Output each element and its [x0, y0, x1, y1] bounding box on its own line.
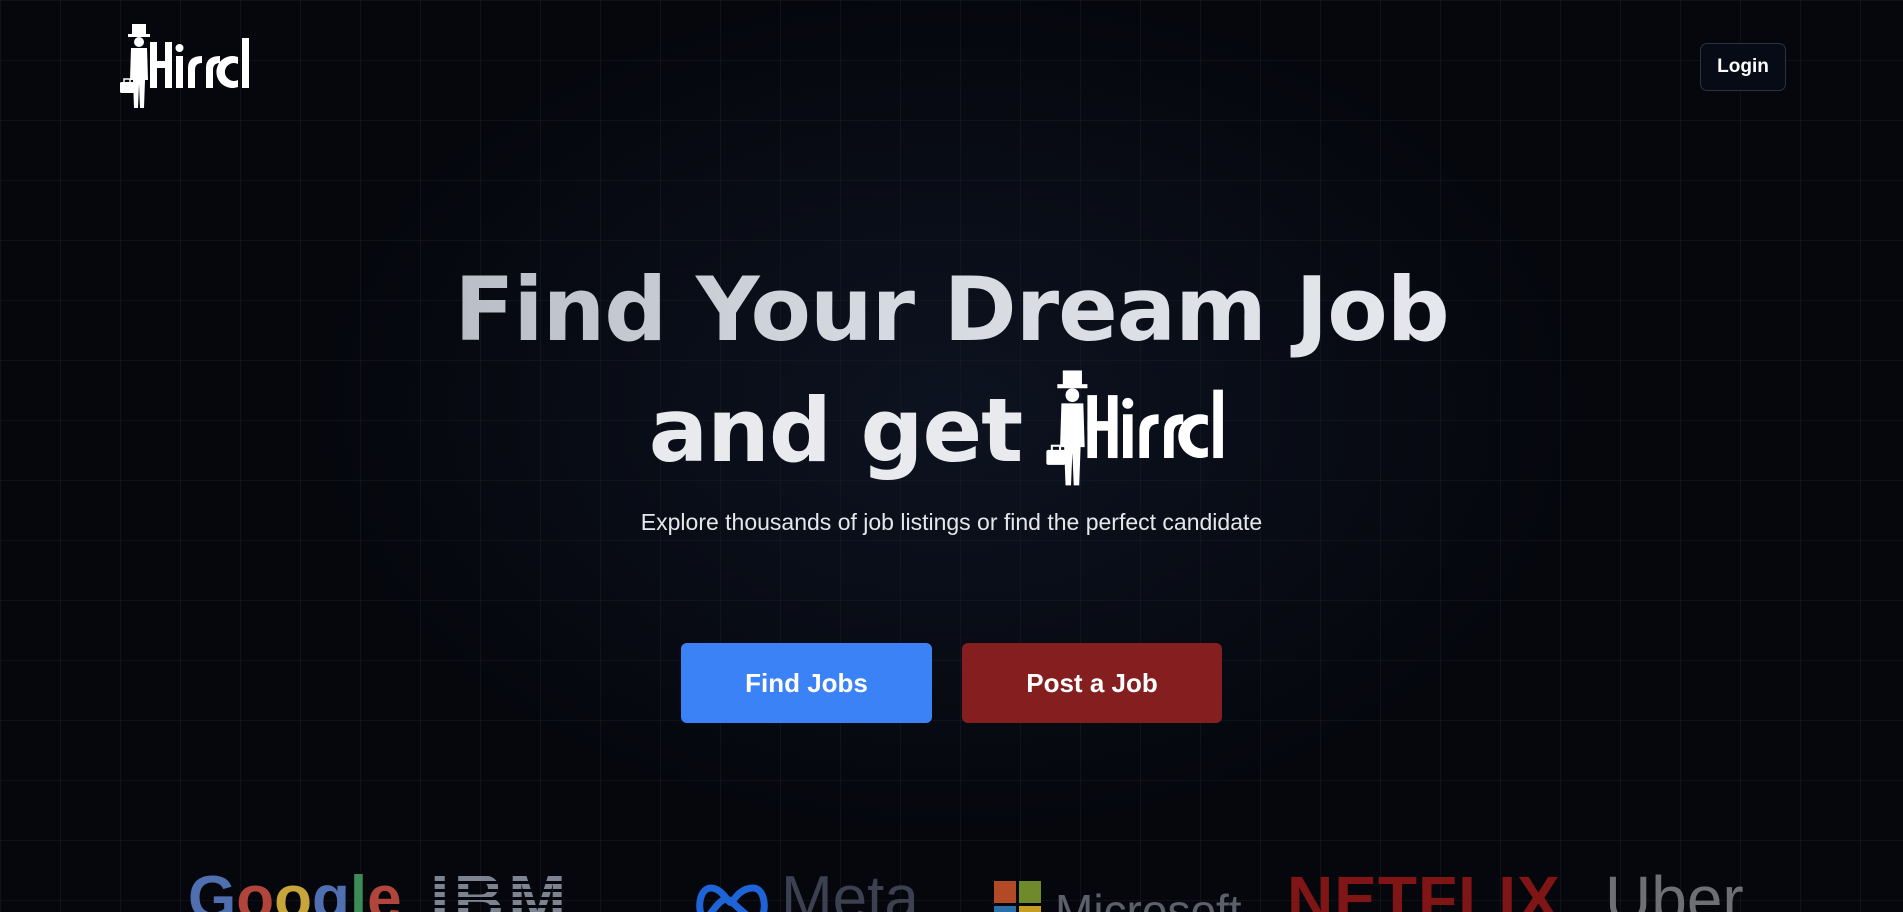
login-button[interactable]: Login: [1700, 43, 1786, 91]
meta-wordmark: Meta: [781, 868, 919, 912]
site-header: Login: [0, 0, 1903, 130]
microsoft-logo: Microsoft: [994, 868, 1242, 912]
hero-subtitle: Explore thousands of job listings or fin…: [640, 509, 1263, 535]
uber-logo: Uber: [1605, 868, 1744, 912]
hero-headline-line2: and get: [0, 365, 1903, 495]
netflix-logo: NETFLIX: [1287, 868, 1561, 912]
microsoft-wordmark: Microsoft: [1055, 885, 1242, 912]
ibm-logo: IBM: [430, 868, 570, 912]
hero-headline: Find Your Dream Job: [0, 255, 1903, 365]
post-job-button[interactable]: Post a Job: [962, 643, 1222, 723]
cta-buttons: Find Jobs Post a Job: [0, 643, 1903, 723]
meta-infinity-icon: [696, 884, 768, 912]
google-logo: Google: [188, 868, 402, 912]
find-jobs-button[interactable]: Find Jobs: [681, 643, 932, 723]
hirrd-logo[interactable]: [120, 20, 270, 115]
hirrd-inline-logo: [1046, 370, 1224, 486]
meta-logo: Meta: [695, 868, 919, 912]
hero-headline-prefix: and get: [648, 378, 1023, 482]
company-logo-carousel: Google IBM Meta Microsoft NETFLIX Uber: [0, 868, 1903, 912]
microsoft-squares-icon: [994, 881, 1041, 912]
hero-section: Find Your Dream Job and get Explore thou…: [0, 255, 1903, 536]
